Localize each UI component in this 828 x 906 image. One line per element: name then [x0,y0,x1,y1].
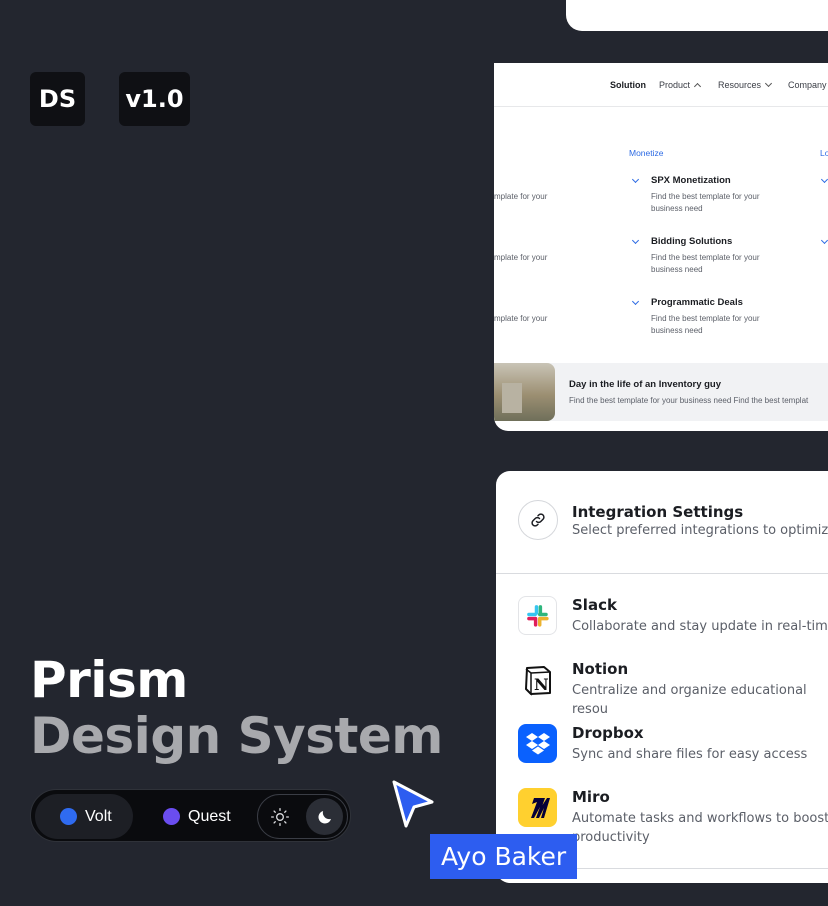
menu-item-spx-monetization[interactable]: SPX Monetization Find the best template … [651,175,781,215]
nav-item-resources[interactable]: Resources [718,79,773,90]
app-desc: Sync and share files for easy access [572,747,808,762]
divider [496,573,828,574]
svg-text:N: N [534,675,549,694]
column-title-right: Lo [820,148,828,158]
miro-icon [518,788,557,827]
hero-line-1: Prism [30,651,188,709]
promo-image [494,363,555,421]
version-badge: v1.0 [119,72,190,126]
quest-color-dot [163,808,180,825]
promo-desc: Find the best template for your business… [569,396,809,405]
app-name: Notion [572,660,629,678]
chevron-down-icon [764,79,773,88]
chevron-down-icon [820,236,828,245]
light-dark-toggle [257,794,348,839]
nav-mega-menu-card: Solution Product Resources Company mplat… [494,63,828,431]
option-label: Quest [188,807,231,825]
app-desc: Automate tasks and workflows to boost pr… [572,811,828,845]
option-volt[interactable]: Volt [35,794,133,839]
dropbox-icon [518,724,557,763]
link-icon [518,500,558,540]
top-card-fragment [566,0,828,31]
hero-title: Prism Design System [30,652,443,764]
cursor-pointer-icon [392,780,434,828]
promo-banner[interactable]: Day in the life of an Inventory guy Find… [494,363,828,421]
slack-icon [518,596,557,635]
menu-item-programmatic-deals[interactable]: Programmatic Deals Find the best templat… [651,297,781,337]
collaborator-name-tag: Ayo Baker [430,834,578,879]
ds-badge: DS [30,72,85,126]
chevron-down-icon [631,236,640,245]
nav-item-company[interactable]: Company [788,80,828,90]
nav-item-solution[interactable]: Solution [610,80,646,90]
chevron-down-icon [820,175,828,184]
brand-theme-switcher: Volt Quest [30,789,351,842]
nav-bar: Solution Product Resources Company [494,63,828,107]
option-quest[interactable]: Quest [141,794,239,839]
nav-item-product[interactable]: Product [659,80,702,91]
promo-title: Day in the life of an Inventory guy [569,379,722,390]
app-desc: Centralize and organize educational reso… [572,683,807,717]
app-name: Slack [572,596,617,614]
integration-settings-card: Integration Settings Select preferred in… [496,471,828,883]
menu-item-bidding-solutions[interactable]: Bidding Solutions Find the best template… [651,236,781,276]
chevron-up-icon [693,82,702,91]
option-label: Volt [85,807,112,825]
column-title-monetize: Monetize [629,148,664,158]
integration-title: Integration Settings [572,503,744,521]
volt-color-dot [60,808,77,825]
app-desc: Collaborate and stay update in real-time [572,619,828,634]
sun-icon[interactable] [268,805,292,829]
left-column-desc: mplate for your [494,253,548,262]
app-name: Miro [572,788,610,806]
hero-line-2: Design System [30,707,443,765]
left-column-desc: mplate for your [494,314,548,323]
moon-icon[interactable] [306,798,343,835]
app-name: Dropbox [572,724,644,742]
integration-subtitle: Select preferred integrations to optimiz… [572,523,828,538]
left-column-desc: mplate for your [494,192,548,201]
chevron-down-icon [631,297,640,306]
chevron-down-icon [631,175,640,184]
notion-icon: N [518,660,557,699]
